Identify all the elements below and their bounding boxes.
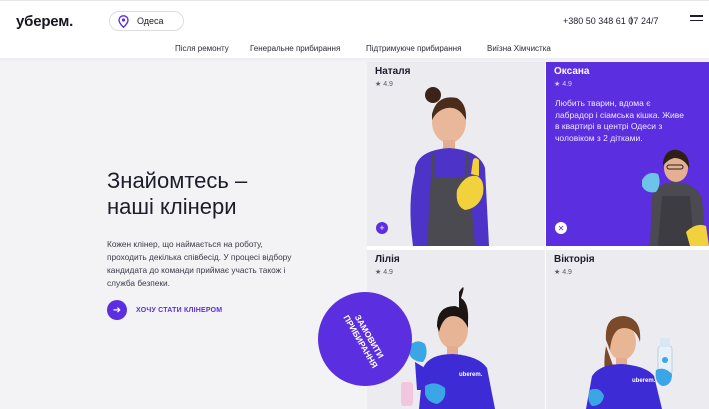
working-hours: 24/7 bbox=[641, 16, 659, 26]
nav-item-maintenance-cleaning[interactable]: Підтримуюче прибирання bbox=[366, 44, 461, 53]
header: уберем. Одеса +380 50 348 61 07 | 24/7 bbox=[0, 0, 709, 40]
cleaner-rating: ★ 4.9 bbox=[554, 81, 572, 88]
page-title: Знайомтесь – наші клінери bbox=[107, 168, 307, 220]
cleaner-name: Лілія bbox=[375, 254, 400, 265]
city-name: Одеса bbox=[137, 16, 164, 26]
become-cleaner-link[interactable]: ➜ ХОЧУ СТАТИ КЛІНЕРОМ bbox=[107, 300, 222, 320]
plus-icon[interactable]: + bbox=[376, 222, 388, 234]
uniform-logo-viktoriia: uberem. bbox=[632, 378, 656, 384]
cleaner-rating: ★ 4.9 bbox=[375, 81, 393, 88]
title-line-2: наші клінери bbox=[107, 194, 237, 219]
cleaner-card-oksana[interactable]: Оксана ★ 4.9 Любить тварин, вдома є лабр… bbox=[546, 62, 709, 246]
service-nav: Після ремонту Генеральне прибирання Підт… bbox=[0, 44, 709, 58]
location-pin-icon bbox=[118, 14, 129, 28]
uniform-logo-liliia: uberem. bbox=[459, 372, 483, 378]
nav-item-general-cleaning[interactable]: Генеральне прибирання bbox=[250, 44, 340, 53]
intro-section bbox=[0, 62, 367, 409]
phone-link[interactable]: +380 50 348 61 07 bbox=[563, 16, 638, 26]
nav-item-after-renovation[interactable]: Після ремонту bbox=[175, 44, 229, 53]
hamburger-menu-icon[interactable] bbox=[690, 15, 703, 24]
nav-item-dry-cleaning[interactable]: Виїзна Хімчистка bbox=[487, 44, 551, 53]
cleaner-card-viktoriia[interactable]: uberem. Вікторія ★ 4.9 bbox=[546, 250, 709, 409]
cleaner-name: Вікторія bbox=[554, 254, 595, 265]
cleaner-photo-oksana bbox=[642, 149, 709, 246]
cleaner-bio: Любить тварин, вдома є лабрадор і сіамсь… bbox=[555, 98, 684, 143]
title-line-1: Знайомтесь – bbox=[107, 168, 248, 193]
cleaner-card-natalia[interactable]: Наталя ★ 4.9 + bbox=[367, 62, 545, 246]
cleaner-name: Оксана bbox=[554, 66, 590, 77]
cleaner-photo-natalia bbox=[410, 87, 489, 246]
cleaner-rating: ★ 4.9 bbox=[554, 269, 572, 276]
become-cleaner-label: ХОЧУ СТАТИ КЛІНЕРОМ bbox=[136, 306, 223, 314]
cleaner-rating: ★ 4.9 bbox=[375, 269, 393, 276]
city-selector[interactable]: Одеса bbox=[109, 11, 184, 31]
logo[interactable]: уберем. bbox=[16, 13, 73, 30]
order-cleaning-label: ЗАМОВИТИ ПРИБИРАННЯ bbox=[339, 304, 391, 375]
intro-description: Кожен клінер, що наймається на роботу, п… bbox=[107, 239, 292, 288]
header-separator: | bbox=[630, 15, 633, 25]
cleaner-name: Наталя bbox=[375, 66, 411, 77]
close-icon[interactable]: ✕ bbox=[555, 222, 567, 234]
header-top-border bbox=[0, 0, 709, 1]
arrow-right-icon[interactable]: ➜ bbox=[107, 300, 127, 320]
order-cleaning-button[interactable]: ЗАМОВИТИ ПРИБИРАННЯ bbox=[318, 292, 412, 386]
